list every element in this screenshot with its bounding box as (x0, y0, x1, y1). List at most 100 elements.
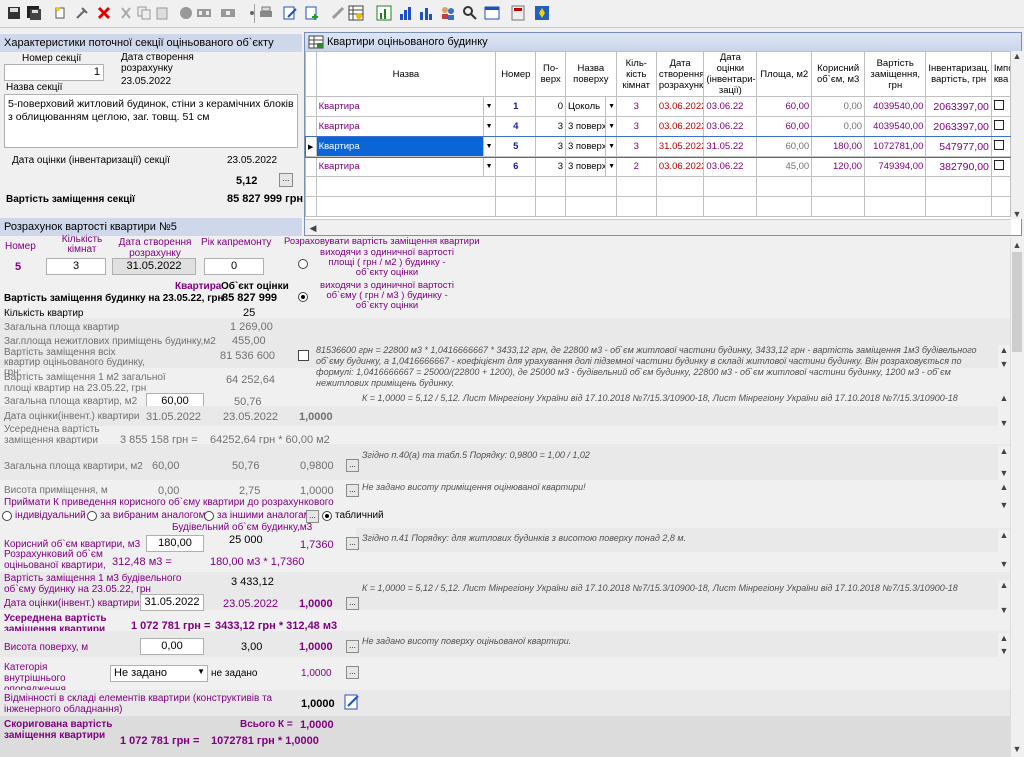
row-cost[interactable]: 4039540,00 (864, 96, 927, 117)
scroll-up-icon[interactable]: ▲ (998, 530, 1010, 540)
radio-selected-analog[interactable] (87, 511, 97, 521)
row-rooms[interactable]: 2 (615, 156, 657, 177)
eval2-input[interactable]: 31.05.2022 (140, 594, 204, 611)
add-icon[interactable] (304, 5, 320, 21)
finish-category-button[interactable]: ... (346, 666, 359, 679)
scrollbar-thumb[interactable] (1012, 252, 1022, 352)
row-inv[interactable]: 2063397,00 (925, 116, 992, 137)
scroll-down-icon[interactable]: ▼ (998, 359, 1010, 369)
chart2-icon[interactable] (398, 5, 414, 21)
table-row[interactable]: Квартира ▼ 4 3 3 поверх ▼ 3 03.06.2022 0… (305, 116, 1012, 137)
col-header-number[interactable]: Номер (495, 51, 537, 97)
col-header-name[interactable]: Назва (315, 51, 497, 97)
dropdown-arrow-icon[interactable]: ▼ (482, 116, 497, 137)
row-created[interactable]: 03.06.2022 (655, 96, 705, 117)
calculator-icon[interactable] (510, 5, 526, 21)
row-floor[interactable]: 3 (535, 136, 566, 157)
row-inv[interactable]: 382790,00 (925, 156, 992, 177)
col-header-cost[interactable]: Вартість заміщення, грн (864, 51, 927, 97)
row-volume[interactable]: 0,00 (811, 96, 866, 117)
height-button[interactable]: ... (346, 484, 359, 497)
scroll-up-icon[interactable]: ▲ (998, 446, 1010, 456)
col-header-floor[interactable]: По-верх (535, 51, 566, 97)
row-name[interactable]: Квартира (315, 136, 484, 157)
row-volume[interactable]: 0,00 (811, 116, 866, 137)
paste-icon[interactable] (154, 5, 170, 21)
row-floor[interactable]: 3 (535, 156, 566, 177)
table-icon[interactable] (348, 5, 364, 21)
row-cost[interactable]: 749394,00 (864, 156, 927, 177)
usable-volume-button[interactable]: ... (346, 537, 359, 550)
col-header-created[interactable]: Дата створення розрахунку (655, 51, 705, 97)
eval2-button[interactable]: ... (346, 597, 359, 610)
scroll-down-icon[interactable]: ▼ (998, 468, 1010, 478)
radio-by-volume[interactable] (298, 292, 308, 302)
section-number-input[interactable]: 1 (4, 64, 104, 81)
radio-other-analogs[interactable] (204, 511, 214, 521)
row-number[interactable]: 4 (495, 116, 537, 137)
row-created[interactable]: 03.06.2022 (655, 156, 705, 177)
row-inv[interactable]: 547977,00 (925, 136, 992, 157)
row-created[interactable]: 03.06.2022 (655, 116, 705, 137)
col-header-rooms[interactable]: Кіль-кість кімнат (615, 51, 657, 97)
scroll-down-icon[interactable]: ▼ (998, 418, 1010, 428)
dropdown-arrow-icon[interactable]: ▼ (605, 96, 617, 117)
apt-repair-input[interactable]: 0 (204, 258, 264, 275)
chevron-down-icon[interactable]: ▼ (197, 667, 205, 676)
save-all-icon[interactable] (26, 5, 42, 21)
save-icon[interactable] (6, 5, 22, 21)
search-icon[interactable] (462, 5, 478, 21)
table-row[interactable]: Квартира ▼ 1 0 Цоколь ▼ 3 03.06.2022 03.… (305, 96, 1012, 117)
floor-height-input[interactable]: 0,00 (140, 638, 204, 655)
chart-icon[interactable] (376, 5, 392, 21)
row-cost[interactable]: 1072781,00 (864, 136, 927, 157)
cut-icon[interactable] (118, 5, 134, 21)
dropdown-arrow-icon[interactable]: ▼ (605, 156, 617, 177)
grid2-icon[interactable] (220, 5, 236, 21)
scroll-down-icon[interactable]: ▼ (998, 605, 1010, 615)
circle-icon[interactable] (178, 5, 194, 21)
row-number[interactable]: 5 (495, 136, 537, 157)
row-floor-name[interactable]: 3 поверх (564, 156, 607, 177)
row-rooms[interactable]: 3 (615, 96, 657, 117)
row-eval[interactable]: 31.05.22 (703, 136, 758, 157)
area2-button[interactable]: ... (346, 459, 359, 472)
formula-checkbox[interactable] (298, 350, 309, 361)
col-header-inv[interactable]: Інвентаризац. вартість, грн (925, 51, 992, 97)
chart3-icon[interactable] (418, 5, 434, 21)
col-header-eval[interactable]: Дата оцінки (інвентари-зації) (703, 51, 758, 97)
scroll-left-icon[interactable]: ◀ (307, 223, 319, 233)
scroll-up-icon[interactable]: ▲ (1011, 240, 1023, 250)
scroll-up-icon[interactable]: ▲ (998, 580, 1010, 590)
row-number[interactable]: 1 (495, 96, 537, 117)
scroll-down-icon[interactable]: ▼ (998, 559, 1010, 569)
table-row[interactable]: Квартира ▼ 6 3 3 поверх ▼ 2 03.06.2022 0… (305, 156, 1012, 177)
row-rooms[interactable]: 3 (615, 136, 657, 157)
dropdown-arrow-icon[interactable]: ▼ (605, 136, 617, 157)
row-checkbox[interactable] (993, 120, 1004, 130)
dropdown-arrow-icon[interactable]: ▼ (482, 136, 497, 157)
radio-by-area[interactable] (298, 259, 308, 269)
edit-document-icon[interactable] (344, 694, 360, 710)
table-row-selected[interactable]: ▶ Квартира ▼ 5 3 3 поверх ▼ 3 31.05.2022… (304, 135, 1012, 158)
dropdown-arrow-icon[interactable]: ▼ (482, 156, 497, 177)
window-horizontal-scrollbar[interactable]: ◀ (305, 219, 1011, 235)
scroll-down-icon[interactable]: ▼ (1011, 744, 1023, 754)
users-icon[interactable] (440, 5, 456, 21)
tools-icon[interactable] (74, 5, 90, 21)
main-vertical-scrollbar[interactable]: ▲ ▼ (1010, 238, 1022, 757)
row-eval[interactable]: 03.06.22 (703, 156, 758, 177)
apt-created-input[interactable]: 31.05.2022 (112, 258, 196, 275)
pen-icon[interactable] (330, 5, 346, 21)
print-icon[interactable] (258, 5, 274, 21)
usable-volume-input[interactable]: 180,00 (146, 535, 204, 552)
delete-icon[interactable] (96, 5, 112, 21)
col-header-floor-name[interactable]: Назва поверху (564, 51, 617, 97)
col-header-import[interactable]: Імпо ква (990, 51, 1012, 97)
window-vertical-scrollbar[interactable]: ▲ ▼ (1011, 51, 1023, 219)
row-floor-name[interactable]: 3 поверх (564, 136, 607, 157)
row-eval[interactable]: 03.06.22 (703, 116, 758, 137)
row-floor[interactable]: 3 (535, 116, 566, 137)
row-created[interactable]: 31.05.2022 (655, 136, 705, 157)
row-area[interactable]: 60,00 (756, 116, 813, 137)
